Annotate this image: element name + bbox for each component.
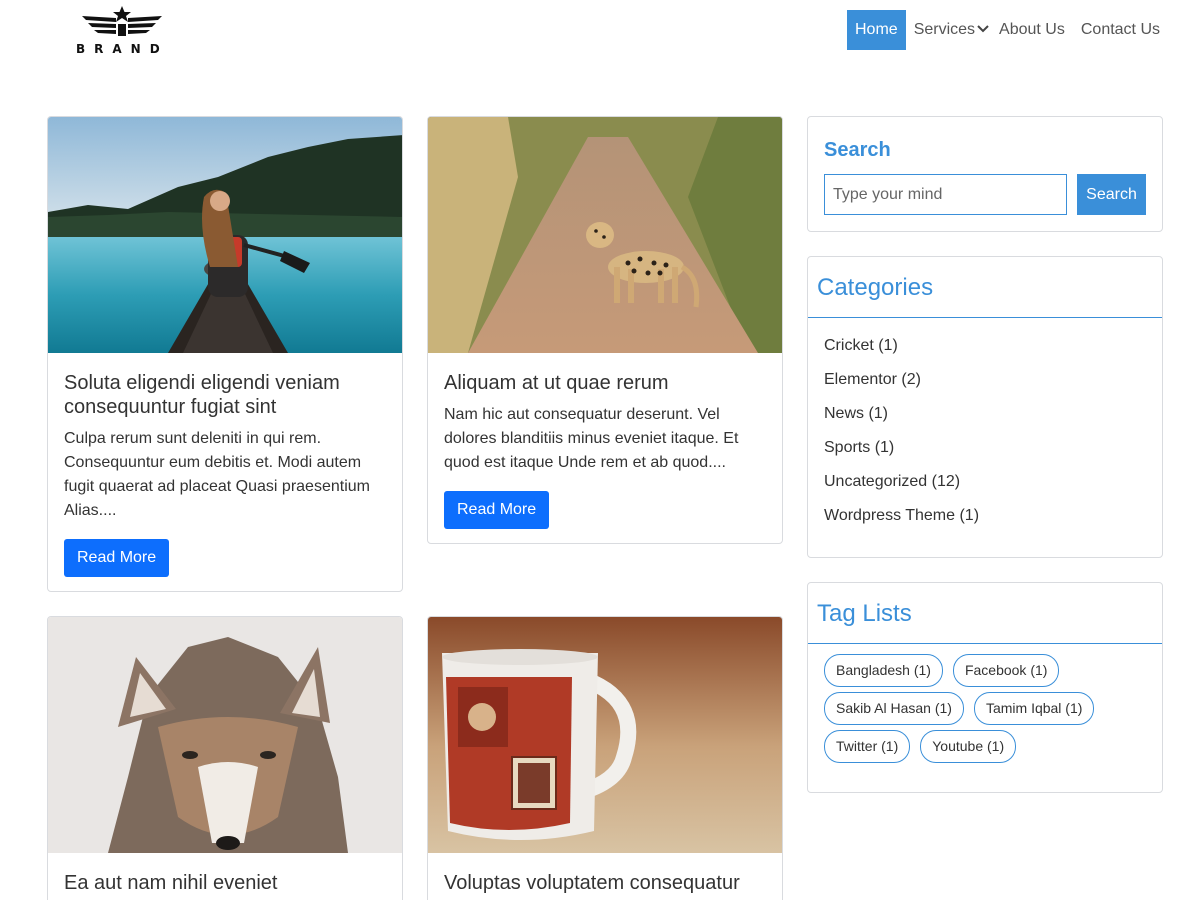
tag-pill[interactable]: Tamim Iqbal (1) <box>973 692 1095 725</box>
categories-widget: Categories Cricket (1) Elementor (2) New… <box>807 256 1163 558</box>
search-button[interactable]: Search <box>1077 174 1146 215</box>
category-item[interactable]: Sports (1) <box>824 436 1146 460</box>
post-image-leopard[interactable] <box>428 117 782 353</box>
post-title[interactable]: Voluptas voluptatem consequatur <box>444 871 766 895</box>
categories-title: Categories <box>817 274 934 301</box>
tag-pill[interactable]: Bangladesh (1) <box>824 654 943 687</box>
category-item[interactable]: Cricket (1) <box>824 334 1146 358</box>
post-card: Soluta eligendi eligendi veniam consequu… <box>47 116 403 592</box>
nav-home[interactable]: Home <box>847 10 906 50</box>
search-input[interactable] <box>824 174 1067 215</box>
nav-contact[interactable]: Contact Us <box>1081 10 1160 50</box>
category-item[interactable]: Wordpress Theme (1) <box>824 504 1146 528</box>
nav-services[interactable]: Services <box>914 10 989 50</box>
post-image-mug[interactable] <box>428 617 782 853</box>
tags-title: Tag Lists <box>817 600 912 627</box>
post-card: Aliquam at ut quae rerum Nam hic aut con… <box>427 116 783 544</box>
search-widget-title: Search <box>824 139 891 161</box>
tags-widget: Tag Lists Bangladesh (1) Facebook (1) Sa… <box>807 582 1163 793</box>
nav-about[interactable]: About Us <box>999 10 1065 50</box>
tag-pill[interactable]: Twitter (1) <box>824 730 911 763</box>
post-title[interactable]: Soluta eligendi eligendi veniam consequu… <box>64 371 386 419</box>
brand-text: BRAND <box>76 42 169 56</box>
search-widget: Search Search <box>807 116 1163 232</box>
main-nav: Home Services About Us Contact Us <box>847 10 1160 50</box>
chevron-down-icon <box>977 10 989 50</box>
nav-services-label: Services <box>913 21 976 38</box>
tag-pill[interactable]: Facebook (1) <box>952 654 1060 687</box>
post-excerpt: Nam hic aut consequatur deserunt. Vel do… <box>444 406 739 471</box>
post-title[interactable]: Aliquam at ut quae rerum <box>444 371 766 395</box>
post-card: Voluptas voluptatem consequatur <box>427 616 783 900</box>
brand-logo[interactable]: BRAND <box>72 4 172 58</box>
post-card: Ea aut nam nihil eveniet <box>47 616 403 900</box>
tag-pill[interactable]: Youtube (1) <box>920 730 1017 763</box>
category-item[interactable]: News (1) <box>824 402 1146 426</box>
read-more-button[interactable]: Read More <box>64 539 170 577</box>
tag-pill[interactable]: Sakib Al Hasan (1) <box>824 692 964 725</box>
post-image-coyote[interactable] <box>48 617 402 853</box>
category-item[interactable]: Elementor (2) <box>824 368 1146 392</box>
read-more-button[interactable]: Read More <box>444 491 550 529</box>
post-excerpt: Culpa rerum sunt deleniti in qui rem. Co… <box>64 430 370 519</box>
wings-icon <box>82 6 162 36</box>
post-image-canoe[interactable] <box>48 117 402 353</box>
post-title[interactable]: Ea aut nam nihil eveniet <box>64 871 386 895</box>
category-item[interactable]: Uncategorized (12) <box>824 470 1146 494</box>
